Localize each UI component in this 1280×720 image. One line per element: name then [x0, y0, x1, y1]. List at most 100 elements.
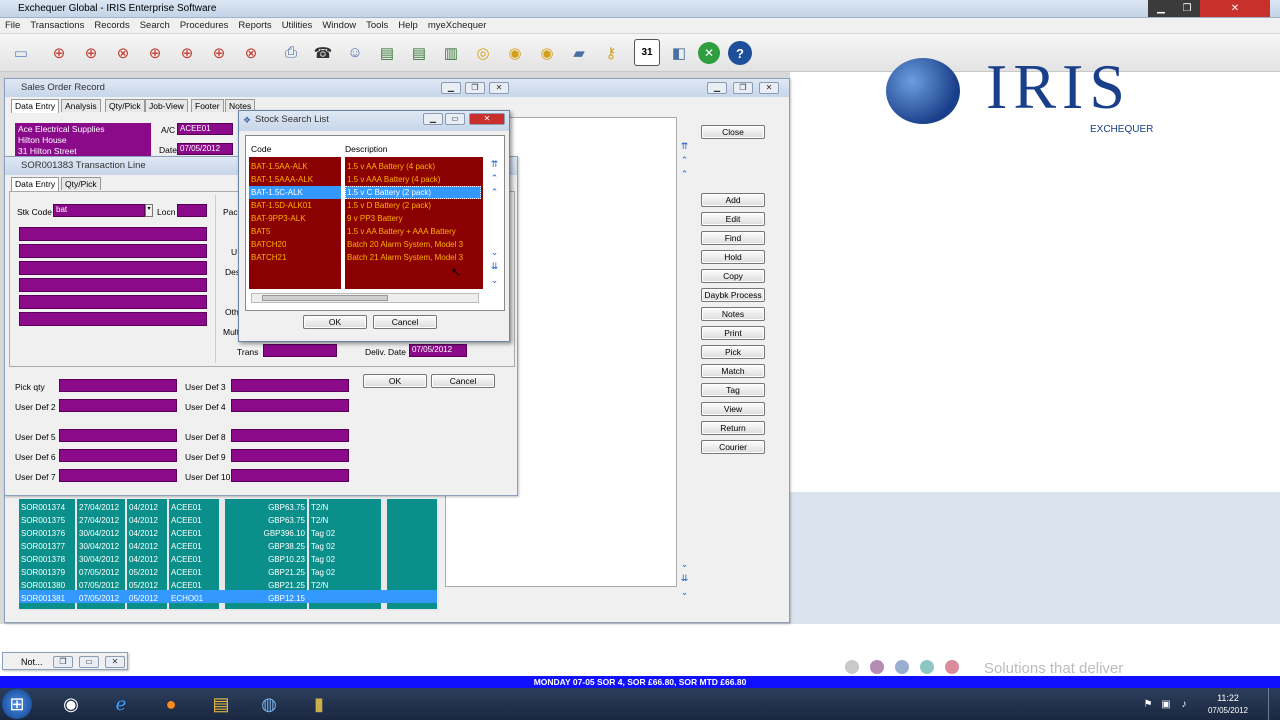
minimize-icon[interactable]: ▁ [1148, 0, 1174, 17]
stock-code-item[interactable]: BATCH21 [251, 251, 286, 264]
tab-job-view[interactable]: Job-View [145, 99, 188, 112]
print-icon[interactable]: ⎙ [278, 39, 304, 66]
grid-cell[interactable]: 27/04/2012 [79, 514, 125, 527]
menu-item[interactable]: Tools [361, 18, 393, 33]
doc-cancel-icon[interactable]: ⊗ [238, 39, 264, 66]
tab-qty-pick[interactable]: Qty/Pick [61, 177, 101, 190]
user-def-field[interactable] [231, 379, 349, 392]
find-doc-icon[interactable]: ⊕ [78, 39, 104, 66]
restore-icon[interactable]: ❐ [465, 82, 485, 94]
grid-cell[interactable]: 07/05/2012 [79, 592, 125, 605]
grid-cell[interactable]: GBP10.23 [227, 553, 305, 566]
stock-ok-button[interactable]: OK [303, 315, 367, 329]
close-icon[interactable]: ✕ [489, 82, 509, 94]
user-def-field[interactable] [231, 469, 349, 482]
scroll-down-icon[interactable]: ⌄ [489, 275, 500, 286]
start-button-icon[interactable]: ⊞ [2, 689, 32, 719]
match-button[interactable]: Match [701, 364, 765, 378]
list-icon[interactable]: ▤ [406, 39, 432, 66]
locn-field[interactable] [177, 204, 207, 217]
stock-description-item[interactable]: 1.5 v C Battery (2 pack) [347, 186, 431, 199]
notes-button[interactable]: Notes [701, 307, 765, 321]
restore-icon[interactable]: ❐ [733, 82, 753, 94]
calendar-icon[interactable]: 31 [634, 39, 660, 66]
minimize-icon[interactable]: ▁ [707, 82, 727, 94]
scroll-up-icon[interactable]: ⌃ [489, 173, 500, 184]
grid-cell[interactable]: 07/05/2012 [79, 579, 125, 592]
scroll-down-icon[interactable]: ⌄ [679, 587, 690, 598]
restore-icon[interactable]: ❐ [53, 656, 73, 668]
coins-icon[interactable]: ◉ [502, 39, 528, 66]
stock-description-item[interactable]: 1.5 v AA Battery (4 pack) [347, 160, 435, 173]
new-doc-icon[interactable]: ▭ [8, 39, 34, 66]
grid-cell[interactable]: 05/2012 [129, 566, 167, 579]
help-icon[interactable]: ? [728, 41, 752, 65]
grid-cell[interactable]: GBP63.75 [227, 514, 305, 527]
line-cancel-button[interactable]: Cancel [431, 374, 495, 388]
grid-cell[interactable]: Tag 02 [311, 527, 379, 540]
stk-code-dropdown-icon[interactable]: ▾ [145, 204, 153, 217]
stock-code-item[interactable]: BAT-1.5C-ALK [251, 186, 303, 199]
stock-description-item[interactable]: 1.5 v AA Battery + AAA Battery [347, 225, 456, 238]
window-icon[interactable]: ◧ [666, 39, 692, 66]
grid-cell[interactable]: SOR001380 [21, 579, 75, 592]
show-desktop-button[interactable] [1268, 688, 1280, 720]
description-fields[interactable] [19, 227, 207, 327]
horizontal-scrollbar[interactable] [251, 293, 479, 303]
phone-icon[interactable]: ☎ [310, 39, 336, 66]
pick-qty-field[interactable] [59, 379, 177, 392]
maximize-icon[interactable]: ▭ [79, 656, 99, 668]
grid-cell[interactable]: 05/2012 [129, 592, 167, 605]
scroll-down-icon[interactable]: ⌄ [489, 247, 500, 258]
pick-button[interactable]: Pick [701, 345, 765, 359]
exchequer-app-icon[interactable]: ▮ [300, 691, 338, 718]
transactions-grid[interactable]: SOR001374 27/04/2012 04/2012 ACEE01 GBP63.75… [19, 499, 439, 611]
grid-cell[interactable]: T2/N [311, 514, 379, 527]
grid-cell[interactable]: 30/04/2012 [79, 540, 125, 553]
tray-date[interactable]: 07/05/2012 [1206, 706, 1250, 715]
key-icon[interactable]: ⚷ [598, 39, 624, 66]
stock-code-item[interactable]: BATCH20 [251, 238, 286, 251]
tab-qty-pick[interactable]: Qty/Pick [105, 99, 145, 112]
courier-button[interactable]: Courier [701, 440, 765, 454]
stock-code-item[interactable]: BAT5 [251, 225, 270, 238]
network-icon[interactable]: ◍ [250, 691, 288, 718]
grid-cell[interactable]: 04/2012 [129, 553, 167, 566]
daybk-process-button[interactable]: Daybk Process [701, 288, 765, 302]
grid-cell[interactable]: 04/2012 [129, 540, 167, 553]
minimize-icon[interactable]: ▁ [423, 113, 443, 125]
menu-item[interactable]: Search [135, 18, 175, 33]
folder-icon[interactable]: ▰ [566, 39, 592, 66]
close-button[interactable]: Close [701, 125, 765, 139]
deliv-date-field[interactable]: 07/05/2012 [409, 344, 467, 357]
grid-cell[interactable]: SOR001377 [21, 540, 75, 553]
grid-cell[interactable]: ACEE01 [171, 514, 219, 527]
stock-description-item[interactable]: Batch 21 Alarm System, Model 3 [347, 251, 463, 264]
menu-item[interactable]: Transactions [25, 18, 89, 33]
user-def-field[interactable] [59, 449, 177, 462]
menu-item[interactable]: myeXchequer [423, 18, 492, 33]
add-button[interactable]: Add [701, 193, 765, 207]
find-button[interactable]: Find [701, 231, 765, 245]
user-def-field[interactable] [59, 429, 177, 442]
trans-field[interactable] [263, 344, 337, 357]
hold-button[interactable]: Hold [701, 250, 765, 264]
grid-cell[interactable]: GBP396.10 [227, 527, 305, 540]
sheets-icon[interactable]: ◎ [470, 39, 496, 66]
grid-cell[interactable]: GBP21.25 [227, 579, 305, 592]
grid-cell[interactable]: Tag 02 [311, 553, 379, 566]
close-icon[interactable]: ✕ [105, 656, 125, 668]
tab-analysis[interactable]: Analysis [61, 99, 101, 112]
scroll-down-icon[interactable]: ⌄ [679, 559, 690, 570]
find-cancel-icon[interactable]: ⊗ [110, 39, 136, 66]
menu-item[interactable]: Reports [233, 18, 276, 33]
ac-field[interactable]: ACEE01 [177, 123, 233, 135]
menu-item[interactable]: File [0, 18, 25, 33]
tag-button[interactable]: Tag [701, 383, 765, 397]
tab-data-entry[interactable]: Data Entry [11, 177, 60, 191]
grid-cell[interactable]: SOR001374 [21, 501, 75, 514]
stock-cancel-button[interactable]: Cancel [373, 315, 437, 329]
scroll-up-icon[interactable]: ⌃ [679, 169, 690, 180]
scrollbar-thumb[interactable] [262, 295, 388, 301]
scroll-bottom-icon[interactable]: ⇊ [679, 573, 690, 584]
